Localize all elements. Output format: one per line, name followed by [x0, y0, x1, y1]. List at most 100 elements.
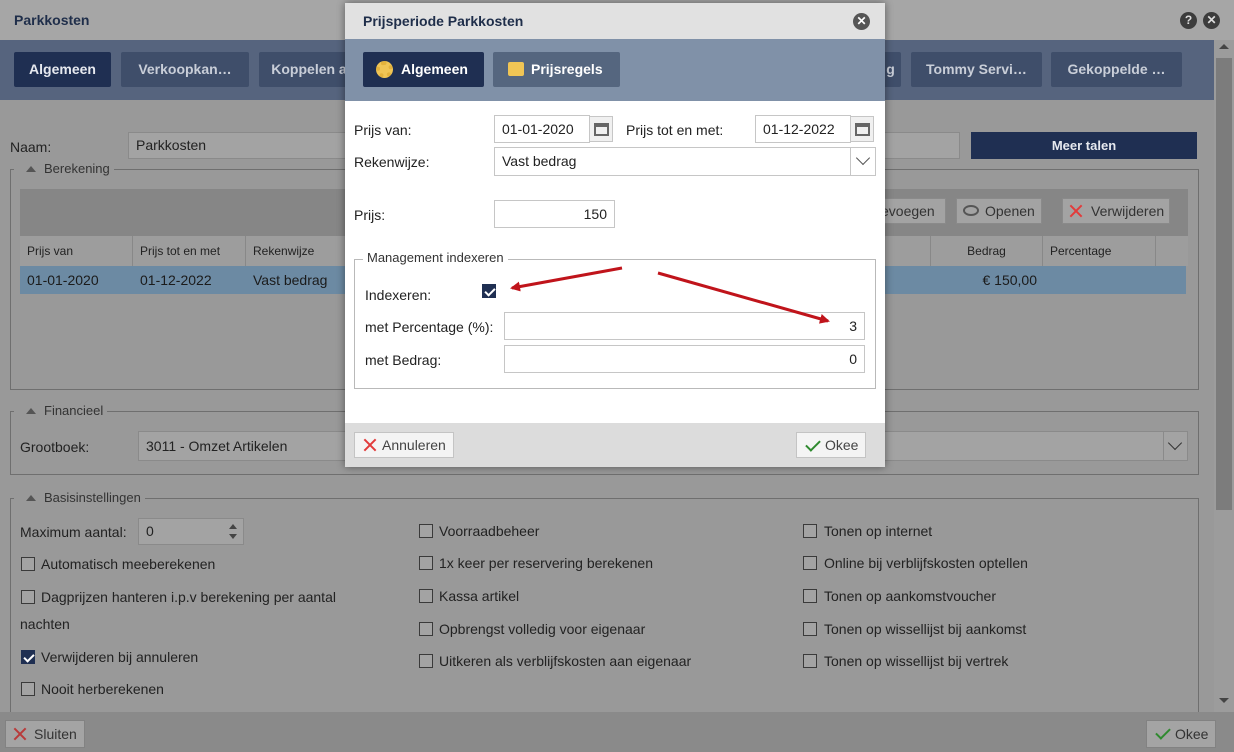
dialog-title: Prijsperiode Parkkosten [363, 13, 524, 29]
column-header[interactable]: Percentage [1043, 236, 1156, 266]
checkbox-label: Tonen op aankomstvoucher [824, 588, 996, 604]
prijs-tot-input[interactable]: 01-12-2022 [755, 115, 851, 143]
tab-koppelen[interactable]: Koppelen a [259, 52, 359, 87]
sluiten-label: Sluiten [34, 726, 77, 742]
checkbox-nooit-herberekenen[interactable] [21, 682, 35, 696]
financieel-legend-label: Financieel [44, 403, 104, 418]
annuleren-button[interactable]: Annuleren [354, 432, 454, 458]
max-aantal-stepper[interactable]: 0 [138, 518, 244, 545]
dialog-title-bar: Prijsperiode Parkkosten ✕ [345, 3, 885, 39]
okee-button[interactable]: Okee [1146, 720, 1216, 748]
checkbox-wissellijst-aankomst[interactable] [803, 622, 817, 636]
delete-icon [1069, 204, 1083, 218]
checkbox-tonen-internet[interactable] [803, 524, 817, 538]
openen-button[interactable]: Openen [956, 198, 1042, 224]
management-legend: Management indexeren [363, 250, 508, 265]
collapse-icon [26, 408, 36, 414]
tab-gekoppelde[interactable]: Gekoppelde … [1051, 52, 1182, 87]
chevron-down-icon[interactable] [1163, 432, 1187, 460]
okee-label: Okee [825, 437, 859, 453]
max-aantal-label: Maximum aantal: [20, 524, 127, 540]
checkbox-label: Voorraadbeheer [439, 523, 540, 539]
close-icon[interactable]: ✕ [1203, 12, 1220, 29]
scrollbar-thumb[interactable] [1216, 58, 1232, 510]
financieel-legend[interactable]: Financieel [14, 403, 108, 418]
tab-label: Prijsregels [531, 61, 603, 77]
checkbox-label: Tonen op wissellijst bij vertrek [824, 653, 1009, 669]
tab-prijsregels[interactable]: Prijsregels [493, 52, 620, 87]
window-footer [0, 712, 1234, 752]
checkbox-label: Uitkeren als verblijfskosten aan eigenaa… [439, 653, 692, 669]
percentage-input[interactable]: 3 [504, 312, 865, 340]
checkbox-label-cont: nachten [20, 616, 70, 632]
close-icon [363, 438, 377, 452]
checkbox-label: 1x keer per reservering berekenen [439, 555, 654, 571]
checkbox-uitkeren[interactable] [419, 654, 433, 668]
prijsperiode-dialog: Prijsperiode Parkkosten ✕ Algemeen Prijs… [345, 3, 885, 467]
scroll-down-icon[interactable] [1219, 698, 1229, 703]
tab-verkoopkanalen[interactable]: Verkoopkan… [121, 52, 249, 87]
prijs-label: Prijs: [354, 207, 386, 223]
collapse-icon [26, 495, 36, 501]
scroll-up-icon[interactable] [1219, 44, 1229, 49]
prijs-van-input[interactable]: 01-01-2020 [494, 115, 590, 143]
column-header[interactable]: Prijs van [20, 236, 133, 266]
tab-tommy-service[interactable]: Tommy Servi… [911, 52, 1042, 87]
bedrag-label: met Bedrag: [365, 352, 442, 368]
berekening-legend-label: Berekening [44, 161, 110, 176]
prijs-van-label: Prijs van: [354, 122, 412, 138]
verwijderen-button[interactable]: Verwijderen [1062, 198, 1170, 224]
checkbox-automatisch[interactable] [21, 557, 35, 571]
prijs-input[interactable]: 150 [494, 200, 615, 228]
sluiten-button[interactable]: Sluiten [5, 720, 85, 748]
berekening-legend[interactable]: Berekening [14, 161, 114, 176]
toevoegen-button[interactable]: evoegen [880, 198, 946, 224]
column-header[interactable]: Rekenwijze [246, 236, 356, 266]
checkbox-online-optellen[interactable] [803, 556, 817, 570]
bedrag-input[interactable]: 0 [504, 345, 865, 373]
dialog-tab-bar: Algemeen Prijsregels [345, 39, 885, 101]
rekenwijze-value: Vast bedrag [502, 153, 577, 169]
verwijderen-label: Verwijderen [1091, 203, 1165, 219]
checkbox-1x-per-reservering[interactable] [419, 556, 433, 570]
calendar-icon[interactable] [850, 116, 874, 142]
checkbox-opbrengst[interactable] [419, 622, 433, 636]
checkbox-voorraadbeheer[interactable] [419, 524, 433, 538]
basis-legend[interactable]: Basisinstellingen [14, 490, 145, 505]
tab-algemeen[interactable]: Algemeen [363, 52, 484, 87]
grootboek-value: 3011 - Omzet Artikelen [146, 438, 288, 454]
annuleren-label: Annuleren [382, 437, 446, 453]
stepper-down-icon[interactable] [229, 534, 237, 539]
percentage-label: met Percentage (%): [365, 319, 494, 335]
collapse-icon [26, 166, 36, 172]
checkbox-dagprijzen[interactable] [21, 590, 35, 604]
help-icon[interactable]: ? [1180, 12, 1197, 29]
indexeren-checkbox[interactable] [482, 284, 496, 298]
rekenwijze-select[interactable]: Vast bedrag [494, 147, 876, 176]
chevron-down-icon[interactable] [850, 148, 875, 175]
cell-prijs-van: 01-01-2020 [27, 272, 99, 288]
calendar-icon[interactable] [589, 116, 613, 142]
window-title: Parkkosten [14, 12, 90, 28]
checkbox-label: Automatisch meeberekenen [41, 556, 216, 572]
checkbox-label: Kassa artikel [439, 588, 520, 604]
okee-button[interactable]: Okee [796, 432, 866, 458]
column-header[interactable]: Prijs tot en met [133, 236, 246, 266]
checkbox-label: Online bij verblijfskosten optellen [824, 555, 1028, 571]
check-icon [1155, 724, 1171, 740]
stepper-up-icon[interactable] [229, 524, 237, 529]
price-tag-icon [508, 62, 524, 76]
checkbox-wissellijst-vertrek[interactable] [803, 654, 817, 668]
tab-algemeen[interactable]: Algemeen [14, 52, 111, 87]
meer-talen-button[interactable]: Meer talen [971, 132, 1197, 159]
checkbox-kassa-artikel[interactable] [419, 589, 433, 603]
tab-label: Algemeen [401, 61, 468, 77]
column-header[interactable]: Bedrag [930, 236, 1043, 266]
checkbox-verwijderen-annuleren[interactable] [21, 650, 35, 664]
cell-percentage [1043, 266, 1156, 294]
basis-legend-label: Basisinstellingen [44, 490, 141, 505]
close-icon[interactable]: ✕ [853, 13, 870, 30]
checkbox-aankomstvoucher[interactable] [803, 589, 817, 603]
indexeren-label: Indexeren: [365, 287, 432, 303]
cell-rekenwijze: Vast bedrag [253, 272, 328, 288]
